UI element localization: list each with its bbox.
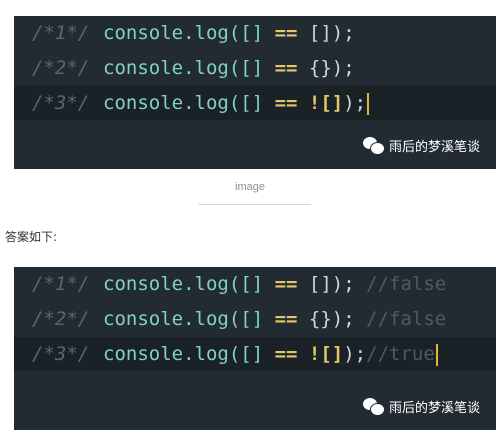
article-page: /*1*/ console.log([] == []); /*2*/ conso… bbox=[0, 0, 500, 439]
code-line-3: /*3*/ console.log([] == ![]);//true bbox=[14, 337, 496, 371]
line-number: /*2*/ bbox=[32, 308, 90, 330]
code-text: console.log([] == ![]);//true bbox=[103, 337, 438, 371]
code-comment: //true bbox=[366, 343, 435, 365]
wechat-icon bbox=[362, 137, 385, 155]
code-line-3: /*3*/ console.log([] == ![]); bbox=[14, 86, 496, 120]
caption-divider bbox=[198, 204, 311, 205]
code-block-question: /*1*/ console.log([] == []); /*2*/ conso… bbox=[14, 16, 496, 169]
watermark-text: 雨后的梦溪笔谈 bbox=[388, 401, 480, 416]
line-number: /*2*/ bbox=[32, 57, 90, 79]
code-text: console.log([] == []); bbox=[103, 22, 355, 44]
code-text: console.log([] == {}); //false bbox=[103, 308, 447, 330]
line-number: /*1*/ bbox=[32, 273, 90, 295]
code-text: console.log([] == {}); bbox=[103, 57, 355, 79]
image-caption: image bbox=[235, 181, 265, 193]
code-comment: //false bbox=[354, 308, 447, 330]
line-number: /*1*/ bbox=[32, 22, 90, 44]
code-comment: //false bbox=[354, 273, 447, 295]
answer-label: 答案如下: bbox=[5, 230, 58, 244]
code-text: console.log([] == ![]); bbox=[103, 86, 370, 120]
line-number: /*3*/ bbox=[32, 343, 90, 365]
text-caret bbox=[367, 92, 370, 115]
text-caret bbox=[435, 343, 438, 366]
wechat-watermark: 雨后的梦溪笔谈 bbox=[362, 397, 480, 416]
wechat-icon bbox=[362, 398, 385, 416]
code-text: console.log([] == []); //false bbox=[103, 273, 447, 295]
wechat-watermark: 雨后的梦溪笔谈 bbox=[362, 136, 480, 155]
watermark-text: 雨后的梦溪笔谈 bbox=[388, 140, 480, 155]
code-block-answer: /*1*/ console.log([] == []); //false /*2… bbox=[14, 267, 496, 430]
line-number: /*3*/ bbox=[32, 92, 90, 114]
